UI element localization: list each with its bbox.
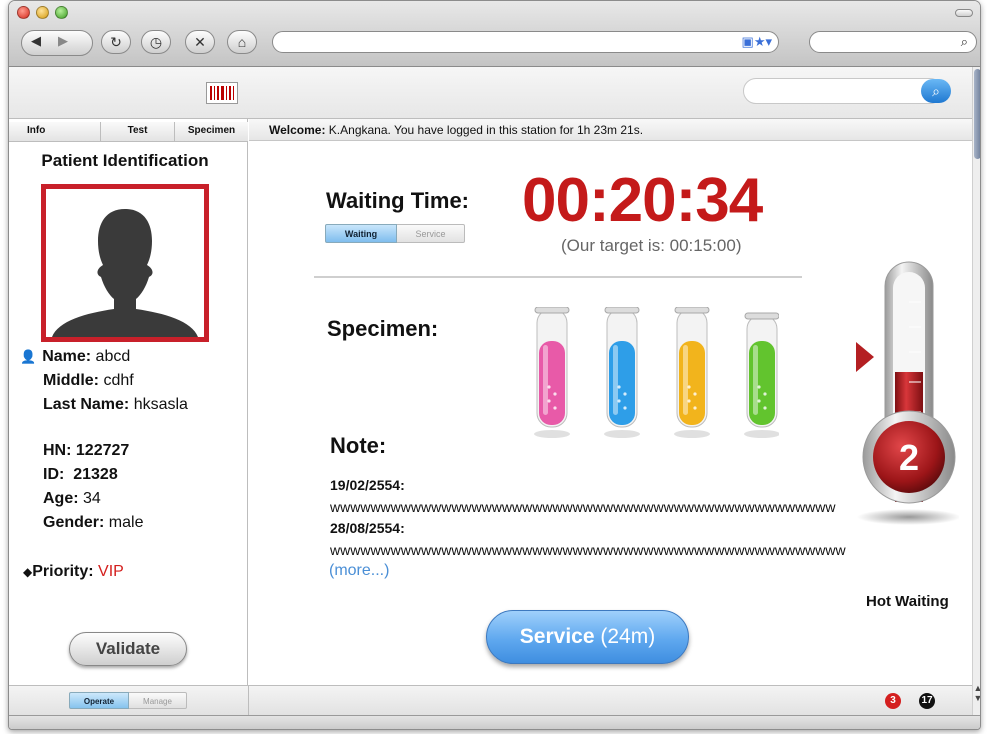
specimen-tube[interactable]	[534, 307, 570, 438]
history-button[interactable]: ◷	[141, 30, 171, 54]
validate-button[interactable]: Validate	[69, 632, 187, 666]
waiting-time-label: Waiting Time:	[326, 188, 469, 213]
back-icon[interactable]: ◀	[31, 33, 41, 49]
patient-age: Age: 34	[43, 490, 101, 507]
tab-specimen[interactable]: Specimen	[175, 122, 248, 141]
specimen-tube[interactable]	[744, 312, 779, 438]
search-icon: ⌕	[960, 34, 968, 49]
note-label: Note:	[330, 433, 387, 458]
hot-waiting-thermometer: 2	[856, 261, 959, 525]
app-header: ⌕	[9, 67, 972, 119]
patient-gender: Gender: male	[43, 514, 144, 531]
page-content: ⌕ Info Test Specimen Patient Identificat…	[9, 67, 972, 716]
browser-search-input[interactable]: ⌕	[809, 31, 977, 53]
patient-name: 👤 Name: abcd	[20, 348, 131, 365]
target-time: (Our target is: 00:15:00)	[561, 236, 742, 255]
patient-middle: Middle: cdhf	[43, 372, 134, 389]
home-button[interactable]: ⌂	[227, 30, 257, 54]
more-notes-link[interactable]: (more...)	[329, 562, 389, 580]
barcode-icon[interactable]	[206, 82, 238, 104]
scroll-thumb[interactable]	[974, 69, 980, 159]
tab-info[interactable]: Info	[9, 122, 101, 141]
note-text: wwwwwwwwwwwwwwwwwwwwwwwwwwwwwwwwwwwwwwww…	[330, 499, 836, 515]
footer-bar: Operate Manage 3 17	[9, 685, 972, 716]
welcome-bar: Welcome: K.Angkana. You have logged in t…	[249, 119, 972, 141]
manage-toggle[interactable]: Manage	[129, 692, 187, 709]
panel-title: Patient Identification	[41, 151, 209, 170]
scroll-arrows-icon[interactable]: ▲▼	[973, 683, 980, 715]
stop-button[interactable]: ✕	[185, 30, 215, 54]
hot-waiting-label: Hot Waiting	[866, 593, 949, 610]
divider	[314, 276, 802, 278]
note-date: 28/08/2554:	[330, 520, 405, 536]
browser-window: ◀ ▶ ↻ ◷ ✕ ⌂ ▣★▾ ⌕ ⌕ Info Test Specimen P…	[8, 0, 981, 730]
minimize-window-button[interactable]	[36, 6, 49, 19]
vertical-scrollbar[interactable]: ▲▼	[972, 67, 980, 715]
clock-icon: ◷	[149, 34, 163, 50]
browser-toolbar: ◀ ▶ ↻ ◷ ✕ ⌂ ▣★▾ ⌕	[9, 1, 980, 67]
close-window-button[interactable]	[17, 6, 30, 19]
patient-photo	[41, 184, 209, 342]
patient-id: ID: 21328	[43, 466, 118, 483]
patient-priority: ◆Priority: VIP	[23, 563, 124, 580]
browser-statusbar	[9, 715, 980, 729]
reload-button[interactable]: ↻	[101, 30, 131, 54]
alert-count-badge[interactable]: 3	[885, 693, 901, 709]
tab-test[interactable]: Test	[101, 122, 175, 141]
search-icon: ⌕	[932, 83, 940, 99]
reload-icon: ↻	[110, 34, 122, 50]
back-forward-group: ◀ ▶	[21, 30, 93, 56]
toolbar-toggle-button[interactable]	[955, 9, 973, 17]
toggle-waiting[interactable]: Waiting	[325, 224, 397, 243]
level-pointer-icon	[856, 342, 874, 372]
patient-search-input[interactable]	[743, 78, 943, 104]
note-date: 19/02/2554:	[330, 477, 405, 493]
panel-tabs: Info Test Specimen	[9, 122, 248, 142]
patient-lastname: Last Name: hksasla	[43, 396, 188, 413]
service-button[interactable]: Service (24m)	[486, 610, 689, 664]
specimen-tube[interactable]	[674, 307, 710, 438]
queue-count-badge[interactable]: 17	[919, 693, 935, 709]
url-input[interactable]: ▣★▾	[272, 31, 779, 53]
forward-icon[interactable]: ▶	[58, 33, 68, 49]
operate-toggle[interactable]: Operate	[69, 692, 129, 709]
patient-hn: HN: 122727	[43, 442, 130, 459]
specimen-tubes	[534, 307, 779, 438]
search-button[interactable]: ⌕	[921, 79, 951, 103]
rss-bookmark-icon[interactable]: ▣★▾	[742, 35, 772, 49]
specimen-tube[interactable]	[604, 307, 640, 438]
specimen-label: Specimen:	[327, 316, 439, 341]
thermometer-level: 2	[899, 437, 919, 478]
home-icon: ⌂	[237, 34, 247, 50]
close-icon: ✕	[194, 34, 206, 50]
waiting-timer: 00:20:34	[522, 166, 763, 235]
avatar-silhouette-icon	[52, 209, 198, 337]
diamond-icon: ◆	[23, 565, 33, 579]
person-icon: 👤	[20, 349, 37, 364]
note-text: wwwwwwwwwwwwwwwwwwwwwwwwwwwwwwwwwwwwwwww…	[330, 542, 846, 558]
toggle-service[interactable]: Service	[397, 224, 465, 243]
patient-panel: Info Test Specimen Patient Identificatio…	[9, 119, 248, 715]
zoom-window-button[interactable]	[55, 6, 68, 19]
